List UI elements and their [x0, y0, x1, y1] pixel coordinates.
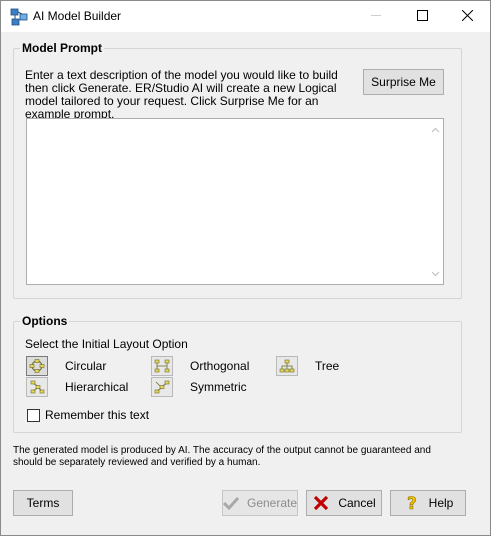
cancel-x-icon: [312, 494, 330, 512]
svg-text:?: ?: [407, 494, 417, 512]
ai-disclaimer: The generated model is produced by AI. T…: [13, 445, 431, 468]
ai-model-builder-dialog: AI Model Builder Model Prompt Enter a te…: [0, 0, 491, 536]
scroll-up-icon[interactable]: [431, 122, 440, 136]
layout-option-hierarchical[interactable]: Hierarchical: [26, 377, 128, 397]
layout-select-label: Select the Initial Layout Option: [25, 337, 188, 351]
prompt-description: Enter a text description of the model yo…: [25, 68, 338, 121]
options-legend: Options: [20, 314, 70, 328]
terms-button[interactable]: Terms: [13, 490, 73, 516]
symmetric-layout-icon[interactable]: [151, 377, 173, 397]
minimize-icon: [370, 10, 382, 24]
orthogonal-label: Orthogonal: [190, 359, 250, 373]
layout-option-tree[interactable]: Tree: [276, 356, 339, 376]
model-prompt-group: Model Prompt Enter a text description of…: [13, 41, 462, 299]
er-studio-app-icon: [10, 8, 28, 26]
circular-label: Circular: [65, 359, 107, 373]
layout-option-symmetric[interactable]: Symmetric: [151, 377, 247, 397]
cancel-button[interactable]: Cancel: [306, 490, 382, 516]
check-icon: [222, 494, 239, 512]
close-button[interactable]: [444, 1, 490, 32]
prompt-textarea[interactable]: [27, 119, 429, 284]
symmetric-label: Symmetric: [190, 380, 247, 394]
maximize-icon: [416, 9, 428, 24]
options-group: Options Select the Initial Layout Option…: [13, 314, 462, 433]
help-button[interactable]: ? Help: [390, 490, 466, 516]
remember-checkbox[interactable]: [27, 408, 40, 422]
remember-text-option[interactable]: Remember this text: [27, 408, 149, 422]
hierarchical-layout-icon[interactable]: [26, 377, 48, 397]
model-prompt-legend: Model Prompt: [20, 41, 104, 55]
maximize-button[interactable]: [399, 1, 445, 32]
help-question-icon: ?: [403, 494, 421, 512]
generate-button[interactable]: Generate: [222, 490, 298, 516]
hierarchical-label: Hierarchical: [65, 380, 129, 394]
minimize-button[interactable]: [353, 1, 399, 32]
help-label: Help: [428, 496, 454, 510]
cancel-label: Cancel: [338, 496, 376, 510]
circular-layout-icon[interactable]: [26, 356, 48, 376]
orthogonal-layout-icon[interactable]: [151, 356, 173, 376]
layout-option-circular[interactable]: Circular: [26, 356, 106, 376]
scroll-down-icon[interactable]: [431, 266, 440, 280]
remember-label: Remember this text: [45, 408, 150, 422]
close-icon: [461, 9, 473, 24]
window-title: AI Model Builder: [33, 9, 122, 23]
layout-option-orthogonal[interactable]: Orthogonal: [151, 356, 249, 376]
generate-label: Generate: [246, 496, 298, 510]
title-bar[interactable]: AI Model Builder: [1, 1, 490, 32]
prompt-textarea-container: [26, 118, 444, 285]
prompt-scrollbar[interactable]: [428, 119, 443, 284]
tree-label: Tree: [315, 359, 340, 373]
surprise-me-button[interactable]: Surprise Me: [363, 69, 444, 95]
tree-layout-icon[interactable]: [276, 356, 298, 376]
